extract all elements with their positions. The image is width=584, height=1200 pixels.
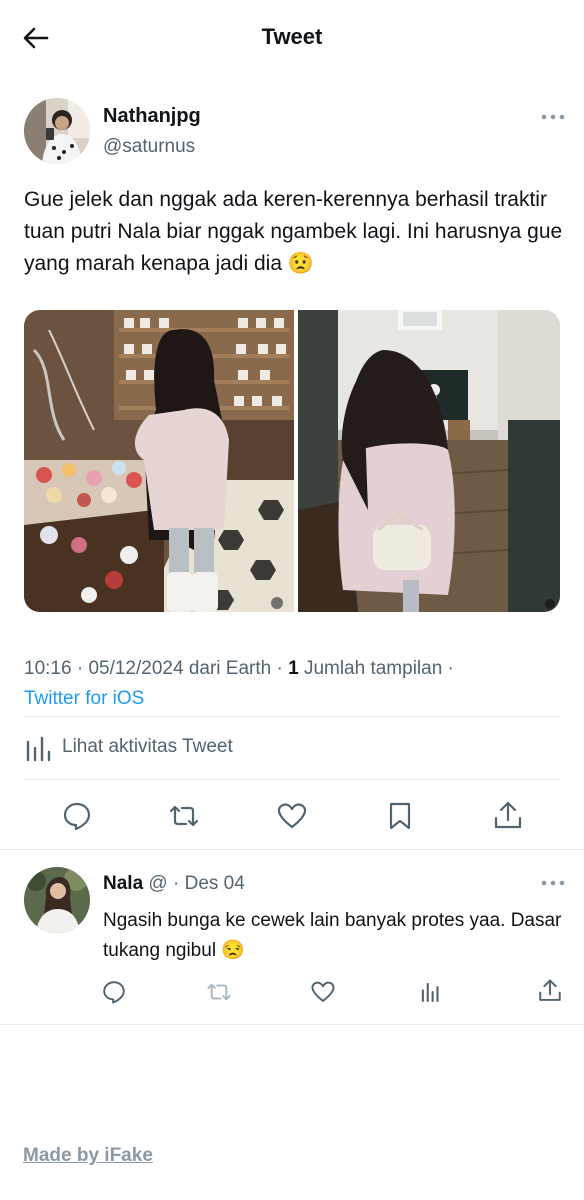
tweet-location: dari Earth: [188, 658, 272, 679]
author-avatar[interactable]: [24, 98, 90, 164]
reply-header: Nala @ · Des 04: [103, 873, 245, 894]
reply-like-icon[interactable]: [310, 979, 336, 1005]
tweet-photo-2[interactable]: [298, 310, 560, 612]
author-handle[interactable]: @saturnus: [103, 136, 195, 158]
tweet-date: 05/12/2024: [88, 658, 184, 679]
tweet-meta: 10:16 · 05/12/2024 dari Earth · 1 Jumlah…: [24, 658, 454, 709]
share-icon[interactable]: [492, 800, 524, 832]
analytics-icon: [26, 736, 51, 762]
reply-icon[interactable]: [61, 800, 93, 832]
tweet-text: Gue jelek dan nggak ada keren-kerennya b…: [24, 188, 563, 275]
reply-author-name[interactable]: Nala: [103, 873, 143, 894]
reply-date[interactable]: Des 04: [185, 873, 245, 894]
reply-avatar[interactable]: [24, 867, 90, 933]
divider: [24, 779, 560, 780]
reply-views-icon[interactable]: [418, 979, 444, 1005]
retweet-icon[interactable]: [168, 800, 200, 832]
activity-label: Lihat aktivitas Tweet: [62, 736, 233, 757]
reply-author-handle[interactable]: @: [148, 873, 167, 894]
top-bar: Tweet: [0, 0, 584, 76]
more-options-icon[interactable]: [540, 110, 566, 124]
page-title: Tweet: [261, 24, 323, 49]
views-count: 1: [288, 658, 299, 679]
source-link[interactable]: Twitter for iOS: [24, 688, 144, 709]
like-icon[interactable]: [276, 800, 308, 832]
made-by-watermark: Made by iFake: [23, 1145, 153, 1166]
divider: [0, 1024, 584, 1025]
tweet-time: 10:16: [24, 658, 72, 679]
reply-text: Ngasih bunga ke cewek lain banyak protes…: [103, 910, 562, 961]
reply-share-icon[interactable]: [537, 978, 563, 1004]
divider: [0, 849, 584, 850]
reply-reply-icon[interactable]: [101, 979, 127, 1005]
views-label: Jumlah tampilan: [303, 658, 443, 679]
tweet-media: [24, 310, 560, 612]
bookmark-icon[interactable]: [384, 800, 416, 832]
tweet-photo-1[interactable]: [24, 310, 294, 612]
divider: [24, 716, 560, 717]
reply-retweet-icon[interactable]: [206, 979, 232, 1005]
author-name[interactable]: Nathanjpg: [103, 105, 201, 128]
reply-more-options-icon[interactable]: [540, 876, 566, 890]
